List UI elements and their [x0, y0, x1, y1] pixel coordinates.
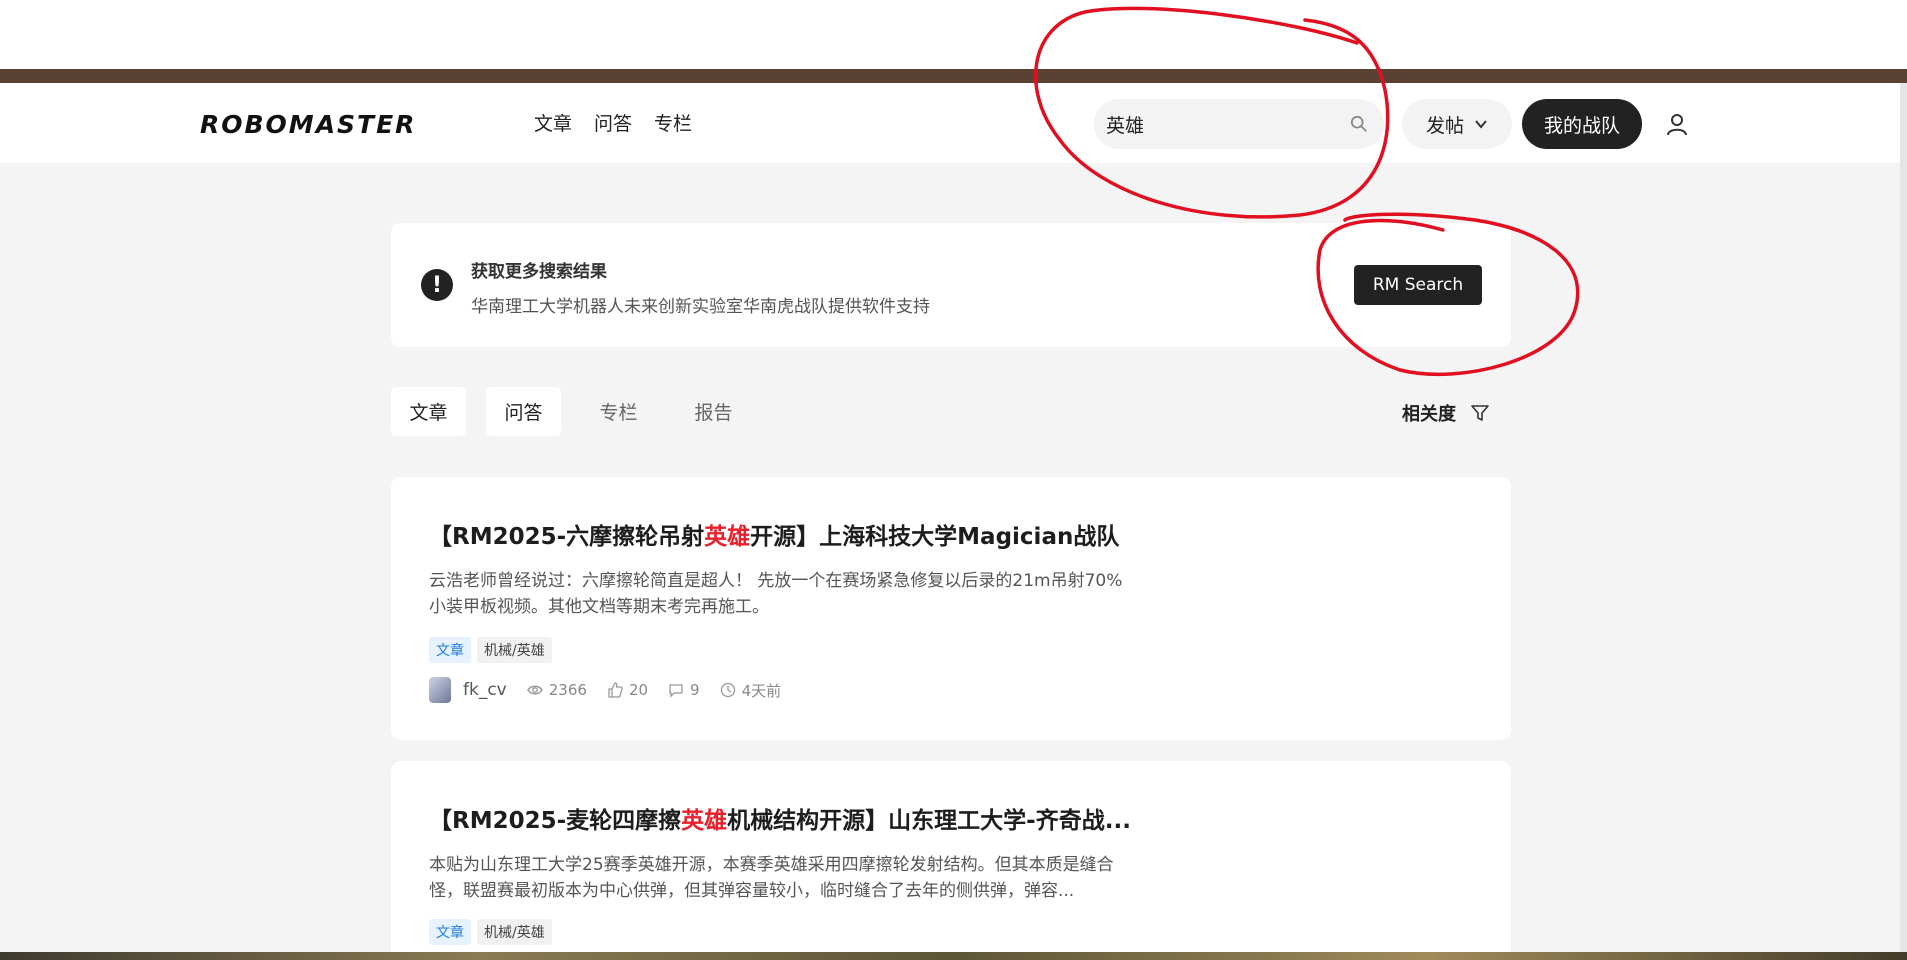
likes-count: 20 [628, 681, 649, 699]
result-tags: 文章 机械/英雄 [429, 919, 552, 945]
rm-search-button[interactable]: RM Search [1354, 265, 1482, 305]
navbar: ROBOMASTER 文章 问答 专栏 发帖 我的战队 [0, 83, 1907, 163]
result-title[interactable]: 【RM2025-六摩擦轮吊射英雄开源】上海科技大学Magician战队 [429, 517, 1119, 551]
author-name: fk_cv [463, 680, 507, 700]
post-label: 发帖 [1425, 114, 1464, 137]
top-blank-area [0, 0, 1907, 69]
user-icon[interactable] [1665, 112, 1689, 136]
nav-articles[interactable]: 文章 [534, 109, 572, 136]
scrollbar-track[interactable] [1900, 83, 1907, 953]
nav-qa[interactable]: 问答 [594, 109, 632, 136]
robomaster-logo[interactable]: ROBOMASTER [200, 107, 416, 141]
time: 4天前 [720, 680, 782, 701]
tab-qa[interactable]: 问答 [486, 387, 561, 436]
result-tags: 文章 机械/英雄 [429, 637, 552, 663]
nav-links: 文章 问答 专栏 [534, 109, 692, 136]
likes[interactable]: 20 [607, 681, 648, 699]
sort-label: 相关度 [1402, 404, 1456, 425]
tab-articles[interactable]: 文章 [391, 387, 466, 436]
comments[interactable]: 9 [668, 681, 700, 699]
background-image-strip [0, 952, 1907, 960]
filter-icon[interactable] [1470, 403, 1490, 423]
title-text: 机械结构开源】山东理工大学-齐奇战... [727, 808, 1131, 834]
search-input[interactable] [1106, 113, 1336, 135]
title-text: 开源】上海科技大学Magician战队 [750, 524, 1120, 550]
title-highlight: 英雄 [681, 808, 728, 834]
result-card[interactable]: 【RM2025-麦轮四摩擦英雄机械结构开源】山东理工大学-齐奇战... 本贴为山… [391, 761, 1511, 960]
search-box[interactable] [1094, 99, 1384, 149]
author[interactable]: fk_cv [429, 677, 507, 703]
result-card[interactable]: 【RM2025-六摩擦轮吊射英雄开源】上海科技大学Magician战队 云浩老师… [391, 477, 1511, 740]
tab-reports[interactable]: 报告 [676, 387, 751, 436]
search-icon[interactable] [1350, 115, 1368, 133]
views-count: 2366 [548, 681, 587, 699]
views: 2366 [526, 681, 587, 699]
time-text: 4天前 [741, 681, 782, 700]
my-team-button[interactable]: 我的战队 [1522, 99, 1642, 149]
chevron-down-icon [1475, 120, 1487, 129]
tag-type[interactable]: 文章 [429, 637, 471, 663]
post-button[interactable]: 发帖 [1402, 99, 1512, 149]
tag-category[interactable]: 机械/英雄 [477, 637, 552, 663]
avatar[interactable] [429, 677, 451, 703]
exclamation-icon: ! [421, 269, 453, 301]
tag-category[interactable]: 机械/英雄 [477, 919, 552, 945]
result-meta: fk_cv 2366 20 9 4天前 [429, 677, 781, 703]
result-tabs: 文章 问答 专栏 报告 [391, 387, 751, 436]
comment-icon [669, 684, 683, 698]
brown-top-bar [0, 69, 1907, 83]
thumbs-up-icon [608, 682, 623, 698]
team-label: 我的战队 [1543, 114, 1620, 137]
search-notice-card: ! 获取更多搜索结果 华南理工大学机器人未来创新实验室华南虎战队提供软件支持 R… [391, 223, 1511, 347]
notice-title: 获取更多搜索结果 [471, 262, 607, 282]
comments-count: 9 [690, 681, 700, 699]
tag-type[interactable]: 文章 [429, 919, 471, 945]
notice-subtitle: 华南理工大学机器人未来创新实验室华南虎战队提供软件支持 [471, 297, 930, 317]
tab-columns[interactable]: 专栏 [581, 387, 656, 436]
result-title[interactable]: 【RM2025-麦轮四摩擦英雄机械结构开源】山东理工大学-齐奇战... [429, 801, 1131, 835]
nav-columns[interactable]: 专栏 [654, 109, 692, 136]
clock-icon [720, 682, 735, 698]
sort-selector[interactable]: 相关度 [1402, 400, 1490, 426]
title-highlight: 英雄 [704, 524, 751, 550]
logo-text: ROBOMASTER [200, 109, 417, 139]
title-text: 【RM2025-六摩擦轮吊射 [429, 524, 705, 550]
result-description: 本贴为山东理工大学25赛季英雄开源，本赛季英雄采用四摩擦轮发射结构。但其本质是缝… [429, 855, 1114, 901]
eye-icon [526, 685, 543, 695]
result-description: 云浩老师曾经说过：六摩擦轮简直是超人！ 先放一个在赛场紧急修复以后录的21m吊射… [429, 571, 1123, 617]
title-text: 【RM2025-麦轮四摩擦 [429, 808, 682, 834]
